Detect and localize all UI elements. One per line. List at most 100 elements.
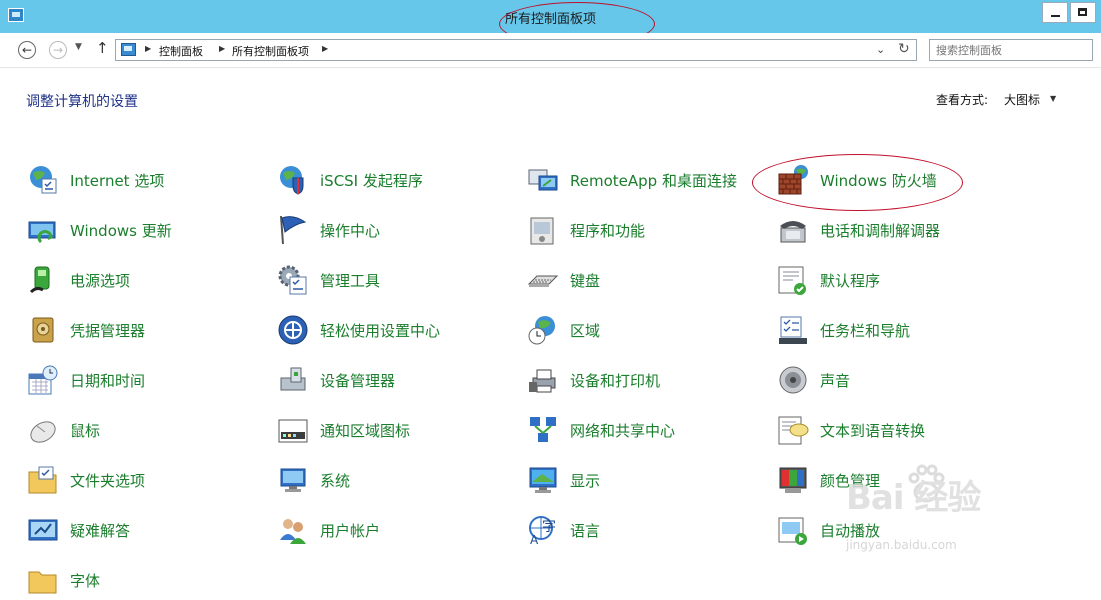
- forward-button[interactable]: →: [49, 41, 67, 59]
- breadcrumb-separator-icon[interactable]: ▶: [145, 44, 151, 53]
- view-by-label: 查看方式:: [936, 93, 989, 107]
- item-label: 默认程序: [820, 272, 881, 290]
- item-devices-printers[interactable]: 设备和打印机: [527, 360, 767, 400]
- item-label: 电话和调制解调器: [820, 222, 941, 240]
- window-title: 所有控制面板项: [504, 12, 596, 27]
- iscsi-initiator-icon: [280, 166, 304, 195]
- item-ease-of-access[interactable]: 轻松使用设置中心: [277, 310, 517, 350]
- programs-features-icon: [530, 217, 554, 245]
- item-label: iSCSI 发起程序: [320, 172, 423, 190]
- item-device-manager[interactable]: 设备管理器: [277, 360, 517, 400]
- refresh-icon[interactable]: ↻: [898, 41, 910, 57]
- item-fonts[interactable]: 字体: [27, 560, 267, 600]
- address-bar[interactable]: ▶ 控制面板 ▶ 所有控制面板项 ▶ ⌄ ↻: [115, 39, 917, 61]
- item-taskbar-navigation[interactable]: 任务栏和导航: [777, 310, 1017, 350]
- internet-options-icon: [30, 166, 57, 194]
- item-system[interactable]: 系统: [277, 460, 517, 500]
- item-label: 显示: [570, 472, 601, 490]
- color-management-icon: [779, 467, 807, 493]
- windows-update-icon: [28, 221, 56, 244]
- item-phone-modem[interactable]: 电话和调制解调器: [777, 210, 1017, 250]
- item-label: 鼠标: [70, 422, 101, 440]
- item-default-programs[interactable]: 默认程序: [777, 260, 1017, 300]
- item-label: RemoteApp 和桌面连接: [570, 172, 737, 190]
- item-remoteapp[interactable]: RemoteApp 和桌面连接: [527, 160, 767, 200]
- item-iscsi-initiator[interactable]: iSCSI 发起程序: [277, 160, 517, 200]
- item-label: 任务栏和导航: [820, 322, 911, 340]
- watermark-url: jingyan.baidu.com: [846, 538, 957, 552]
- breadcrumb-control-panel[interactable]: 控制面板: [159, 43, 203, 59]
- item-label: 程序和功能: [570, 222, 646, 240]
- administrative-tools-icon: [278, 265, 307, 295]
- display-icon: [529, 467, 557, 493]
- chevron-down-icon[interactable]: ▼: [1050, 94, 1056, 103]
- item-label: 设备和打印机: [570, 372, 661, 390]
- firewall-icon: [778, 165, 808, 195]
- power-options-icon: [29, 266, 50, 294]
- text-to-speech-icon: [778, 416, 809, 445]
- item-sound[interactable]: 声音: [777, 360, 1017, 400]
- title-bar: 所有控制面板项: [0, 0, 1101, 46]
- item-label: 文件夹选项: [70, 472, 146, 490]
- item-label: 轻松使用设置中心: [320, 322, 441, 340]
- folder-options-icon: [28, 466, 57, 494]
- address-history-dropdown-icon[interactable]: ⌄: [876, 43, 885, 56]
- item-action-center[interactable]: 操作中心: [277, 210, 517, 250]
- item-power-options[interactable]: 电源选项: [27, 260, 267, 300]
- page-title: 调整计算机的设置: [26, 94, 138, 110]
- remoteapp-icon: [528, 169, 558, 191]
- item-programs-features[interactable]: 程序和功能: [527, 210, 767, 250]
- breadcrumb-separator-icon[interactable]: ▶: [322, 44, 328, 53]
- item-display[interactable]: 显示: [527, 460, 767, 500]
- item-administrative-tools[interactable]: 管理工具: [277, 260, 517, 300]
- item-internet-options[interactable]: Internet 选项: [27, 160, 267, 200]
- item-label: Windows 更新: [70, 222, 172, 240]
- item-user-accounts[interactable]: 用户帐户: [277, 510, 517, 550]
- autoplay-icon: [778, 517, 807, 545]
- recent-locations-dropdown-icon[interactable]: ▼: [75, 42, 82, 52]
- devices-printers-icon: [529, 369, 556, 393]
- item-label: 键盘: [570, 272, 601, 290]
- navigation-bar: ← → ▼ ↑ ▶ 控制面板 ▶ 所有控制面板项 ▶ ⌄ ↻: [0, 33, 1101, 68]
- item-troubleshooting[interactable]: 疑难解答: [27, 510, 267, 550]
- item-network-sharing[interactable]: 网络和共享中心: [527, 410, 767, 450]
- item-text-to-speech[interactable]: 文本到语音转换: [777, 410, 1017, 450]
- device-manager-icon: [280, 367, 306, 391]
- item-windows-update[interactable]: Windows 更新: [27, 210, 267, 250]
- item-credential-manager[interactable]: 凭据管理器: [27, 310, 267, 350]
- view-by-dropdown[interactable]: 大图标: [1004, 91, 1040, 108]
- item-label: 凭据管理器: [70, 322, 146, 340]
- credential-manager-icon: [32, 317, 54, 343]
- item-language[interactable]: 字A 语言: [527, 510, 767, 550]
- item-label: 区域: [570, 322, 601, 340]
- minimize-button[interactable]: [1042, 2, 1068, 23]
- item-folder-options[interactable]: 文件夹选项: [27, 460, 267, 500]
- item-date-time[interactable]: 日期和时间: [27, 360, 267, 400]
- item-label: 操作中心: [320, 222, 381, 240]
- item-label: 语言: [570, 522, 601, 540]
- up-button[interactable]: ↑: [96, 39, 109, 57]
- maximize-button[interactable]: [1070, 2, 1096, 23]
- item-label: 管理工具: [320, 272, 381, 290]
- network-sharing-icon: [530, 417, 556, 442]
- item-region[interactable]: 区域: [527, 310, 767, 350]
- item-label: 网络和共享中心: [570, 422, 676, 440]
- item-mouse[interactable]: 鼠标: [27, 410, 267, 450]
- search-input[interactable]: [929, 39, 1093, 61]
- control-panel-icon: [121, 43, 136, 56]
- item-windows-firewall[interactable]: Windows 防火墙: [777, 160, 1017, 200]
- item-label: 设备管理器: [320, 372, 396, 390]
- language-icon: 字A: [529, 516, 556, 546]
- item-notification-area-icons[interactable]: 通知区域图标: [277, 410, 517, 450]
- item-keyboard[interactable]: 键盘: [527, 260, 767, 300]
- mouse-icon: [30, 421, 56, 443]
- ease-of-access-icon: [278, 315, 308, 345]
- breadcrumb-separator-icon[interactable]: ▶: [219, 44, 225, 53]
- item-label: Windows 防火墙: [820, 172, 937, 190]
- breadcrumb-all-items[interactable]: 所有控制面板项: [232, 43, 309, 59]
- back-button[interactable]: ←: [18, 41, 36, 59]
- item-label: Internet 选项: [70, 172, 165, 190]
- svg-text:字: 字: [542, 519, 556, 535]
- keyboard-icon: [527, 275, 559, 287]
- item-label: 疑难解答: [70, 522, 131, 540]
